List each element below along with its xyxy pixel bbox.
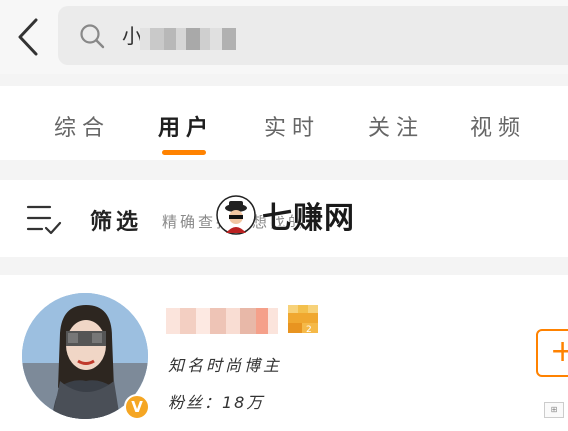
active-tab-indicator bbox=[162, 150, 206, 155]
site-watermark: 七赚网 bbox=[216, 194, 355, 236]
filter-list-icon[interactable] bbox=[26, 202, 62, 236]
search-icon bbox=[80, 24, 105, 49]
tab-following[interactable]: 关注 bbox=[368, 110, 424, 142]
tab-realtime[interactable]: 实时 bbox=[264, 110, 320, 142]
watermark-logo-icon bbox=[216, 195, 256, 235]
back-button[interactable] bbox=[10, 14, 46, 60]
chevron-left-icon bbox=[18, 18, 38, 56]
tab-users[interactable]: 用户 bbox=[158, 110, 214, 142]
follow-button[interactable]: + bbox=[536, 329, 568, 377]
search-query-pixelation bbox=[140, 28, 280, 50]
tab-video[interactable]: 视频 bbox=[470, 110, 526, 142]
user-result-card[interactable]: V 2 知名时尚博主 粉丝：18万 + bbox=[0, 275, 568, 431]
watermark-text: 七赚网 bbox=[262, 201, 355, 236]
search-tabs: 综合 用户 实时 关注 视频 bbox=[0, 86, 568, 160]
search-input[interactable]: 小 bbox=[58, 6, 568, 65]
filter-button[interactable]: 筛选 bbox=[90, 204, 142, 236]
user-description: 知名时尚博主 bbox=[168, 356, 283, 375]
verified-v-icon: V bbox=[124, 394, 150, 420]
tab-comprehensive[interactable]: 综合 bbox=[54, 110, 110, 142]
corner-watermark-icon: ⊞ bbox=[544, 402, 564, 418]
user-fans-count: 粉丝：18万 bbox=[168, 393, 265, 412]
search-header: 小 bbox=[0, 0, 568, 74]
member-badge-icon: 2 bbox=[288, 305, 318, 335]
user-name-pixelation[interactable] bbox=[166, 308, 278, 334]
svg-text:2: 2 bbox=[306, 325, 312, 335]
